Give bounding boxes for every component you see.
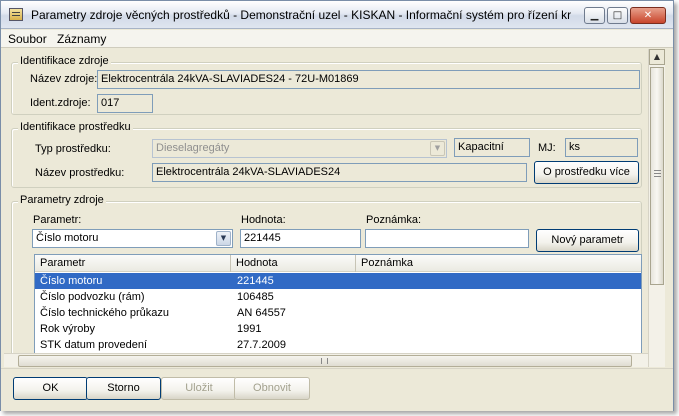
cell-hodnota: 27.7.2009 [237,339,286,351]
obnovit-button[interactable]: Obnovit [234,377,310,400]
nazev-zdroje-label: Název zdroje: [30,73,98,85]
ulozit-button[interactable]: Uložit [161,377,237,400]
scroll-content: Identifikace zdroje Název zdroje: Elektr… [4,49,648,367]
list-header: Parametr Hodnota Poznámka [35,255,641,272]
chevron-down-icon[interactable]: ▼ [430,141,445,156]
grip-icon [654,170,661,177]
menu-soubor[interactable]: Soubor [8,32,47,46]
typ-prostredku-label: Typ prostředku: [35,143,111,155]
hodnota-label: Hodnota: [241,214,286,226]
maximize-button[interactable]: □ [607,7,628,24]
minimize-button[interactable]: ▁ [584,7,605,24]
cell-hodnota: 106485 [237,291,274,303]
table-row[interactable]: STK datum provedení 27.7.2009 [35,337,641,353]
poznamka-input[interactable] [365,229,529,248]
column-header-parametr[interactable]: Parametr [35,255,231,272]
hodnota-input[interactable]: 221445 [240,229,361,248]
ident-zdroje-label: Ident.zdroje: [30,97,91,109]
parametr-label: Parametr: [33,214,82,226]
parametr-select[interactable]: Číslo motoru ▼ [32,229,233,248]
nazev-prostredku-field[interactable]: Elektrocentrála 24kVA-SLAVIADES24 [152,163,527,182]
typ-prostredku-select[interactable]: Dieselagregáty ▼ [152,139,447,158]
typ-prostredku-value: Dieselagregáty [156,142,230,154]
poznamka-label: Poznámka: [366,214,422,226]
cell-parametr: Rok výroby [40,323,96,335]
group-title: Identifikace prostředku [18,121,133,133]
cell-parametr: Číslo technického průkazu [40,307,170,319]
dialog-window: Parametry zdroje věcných prostředků - De… [0,0,674,411]
horizontal-scroll-thumb[interactable] [18,355,632,367]
kapacitni-field: Kapacitní [454,138,530,157]
menu-zaznamy[interactable]: Záznamy [57,32,106,46]
table-row[interactable]: Číslo technického průkazu AN 64557 [35,305,641,321]
nazev-zdroje-field[interactable]: Elektrocentrála 24kVA-SLAVIADES24 - 72U-… [97,70,640,89]
cell-hodnota: AN 64557 [237,307,286,319]
storno-button[interactable]: Storno [86,377,161,400]
column-header-hodnota[interactable]: Hodnota [231,255,356,272]
column-header-poznamka[interactable]: Poznámka [356,255,641,272]
scroll-up-icon[interactable]: ▲ [649,49,665,65]
menu-bar: Soubor Záznamy [1,30,673,48]
table-row[interactable]: Číslo motoru 221445 [35,273,641,289]
group-title: Identifikace zdroje [18,55,111,67]
vertical-scroll-thumb[interactable] [650,67,664,285]
novy-parametr-button[interactable]: Nový parametr [536,229,639,252]
vertical-scrollbar[interactable]: ▲ [648,49,665,367]
grip-icon [321,358,328,364]
cell-parametr: STK datum provedení [40,339,148,351]
app-icon [9,8,23,21]
horizontal-scrollbar[interactable] [4,353,648,367]
cell-hodnota: 1991 [237,323,262,335]
table-row[interactable]: Číslo podvozku (rám) 106485 [35,289,641,305]
parametr-select-value: Číslo motoru [36,232,99,244]
cell-parametr: Číslo motoru [40,275,103,287]
mj-label: MJ: [538,142,556,154]
title-bar[interactable]: Parametry zdroje věcných prostředků - De… [1,1,673,29]
close-button[interactable]: ✕ [630,7,666,24]
cell-parametr: Číslo podvozku (rám) [40,291,145,303]
group-title: Parametry zdroje [18,194,106,206]
parametry-list[interactable]: Parametr Hodnota Poznámka Číslo motoru 22… [34,254,642,366]
ident-zdroje-field[interactable]: 017 [97,94,153,113]
ok-button[interactable]: OK [13,377,88,400]
table-row[interactable]: Rok výroby 1991 [35,321,641,337]
o-prostredku-vice-button[interactable]: O prostředku více [534,161,639,184]
mj-field: ks [565,138,638,157]
window-title: Parametry zdroje věcných prostředků - De… [31,8,571,22]
chevron-down-icon[interactable]: ▼ [216,231,231,246]
nazev-prostredku-label: Název prostředku: [35,167,125,179]
cell-hodnota: 221445 [237,275,274,287]
button-bar: OK Storno Uložit Obnovit [1,368,673,411]
